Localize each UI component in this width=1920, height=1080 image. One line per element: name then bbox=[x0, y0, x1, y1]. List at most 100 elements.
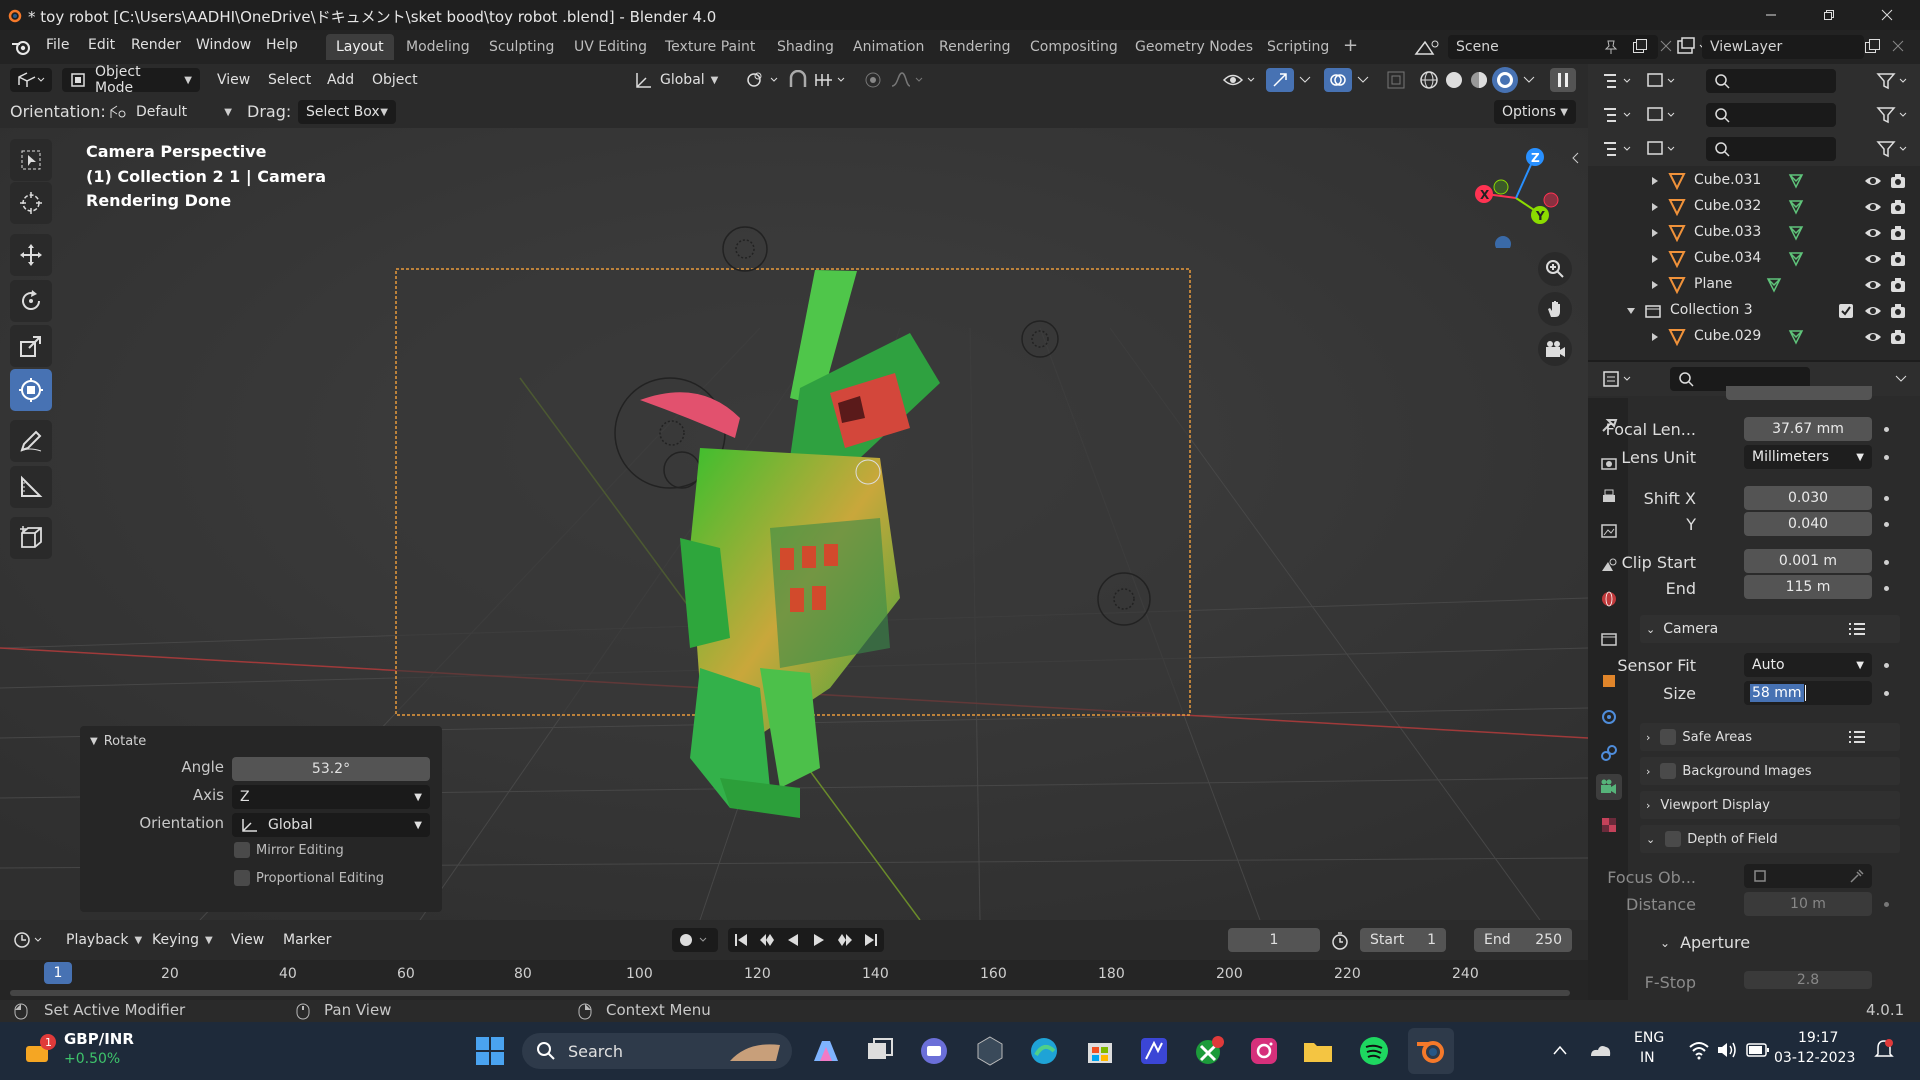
chevron-down-icon[interactable] bbox=[1522, 72, 1536, 86]
tab-output[interactable] bbox=[1596, 484, 1622, 510]
minimize-button[interactable] bbox=[1742, 0, 1800, 30]
close-button[interactable] bbox=[1858, 0, 1916, 30]
play-icon[interactable] bbox=[811, 932, 827, 948]
eye-icon[interactable] bbox=[1864, 277, 1882, 293]
start-frame-field[interactable]: Start 1 bbox=[1360, 928, 1446, 952]
solid-shading-icon[interactable] bbox=[1443, 69, 1465, 91]
tab-physics[interactable] bbox=[1596, 704, 1622, 730]
teams-chat-icon[interactable] bbox=[918, 1035, 950, 1067]
menu-edit[interactable]: Edit bbox=[88, 37, 115, 53]
menu-window[interactable]: Window bbox=[196, 37, 251, 53]
options-dropdown[interactable]: Options ▼ bbox=[1494, 100, 1576, 124]
chevron-down-icon[interactable] bbox=[1626, 306, 1636, 316]
redo-panel-header[interactable]: ▼ Rotate bbox=[90, 734, 146, 749]
scene-icon[interactable] bbox=[1413, 36, 1443, 58]
scale-tool[interactable] bbox=[10, 325, 52, 367]
toggle-sidebar-button[interactable] bbox=[1550, 68, 1576, 92]
select-box-tool[interactable] bbox=[10, 139, 52, 181]
f-stop-field[interactable]: 2.8 bbox=[1744, 971, 1872, 989]
eye-icon[interactable] bbox=[1864, 225, 1882, 241]
current-frame-field[interactable]: 1 bbox=[1228, 928, 1320, 952]
camera-panel-header[interactable]: ⌄ Camera bbox=[1640, 615, 1900, 643]
render-camera-icon[interactable] bbox=[1890, 302, 1906, 320]
filter-icon[interactable] bbox=[1876, 140, 1910, 158]
outliner-item[interactable]: Cube.031 bbox=[1588, 168, 1920, 194]
render-camera-icon[interactable] bbox=[1890, 224, 1906, 242]
outliner-editor-icon[interactable] bbox=[1602, 72, 1636, 90]
tab-constraints[interactable] bbox=[1596, 740, 1622, 766]
new-scene-icon[interactable] bbox=[1632, 38, 1648, 54]
rendered-shading-button[interactable] bbox=[1492, 67, 1518, 93]
windows-start-icon[interactable] bbox=[474, 1035, 506, 1067]
orientation-dropdown[interactable]: Default ▼ bbox=[108, 100, 232, 124]
tab-texture-paint[interactable]: Texture Paint bbox=[655, 34, 765, 60]
transform-orientation-dropdown[interactable]: Global ▼ bbox=[634, 68, 734, 92]
tab-scripting[interactable]: Scripting bbox=[1257, 34, 1339, 60]
material-shading-icon[interactable] bbox=[1468, 69, 1490, 91]
distance-field[interactable]: 10 m bbox=[1744, 892, 1872, 916]
proportional-editing-icon[interactable] bbox=[862, 70, 884, 90]
region-code[interactable]: IN bbox=[1640, 1050, 1655, 1066]
stopwatch-icon[interactable] bbox=[1330, 931, 1350, 951]
mode-dropdown[interactable]: Object Mode ▼ bbox=[62, 64, 200, 96]
end-frame-field[interactable]: End 250 bbox=[1474, 928, 1572, 952]
menu-help[interactable]: Help bbox=[266, 37, 298, 53]
tab-scene[interactable] bbox=[1596, 552, 1622, 578]
sensor-size-field[interactable]: 58 mm bbox=[1744, 681, 1872, 705]
jump-end-icon[interactable] bbox=[863, 932, 879, 948]
timeline-ruler[interactable]: 1 20 40 60 80 100 120 140 160 180 200 22… bbox=[0, 960, 1588, 1000]
wireframe-shading-icon[interactable] bbox=[1418, 69, 1440, 91]
tab-uv-editing[interactable]: UV Editing bbox=[564, 34, 657, 60]
measure-tool[interactable] bbox=[10, 466, 52, 508]
chevron-left-icon[interactable] bbox=[1570, 152, 1582, 164]
keyframe-dot-icon[interactable] bbox=[1884, 902, 1889, 907]
chevron-right-icon[interactable] bbox=[1650, 280, 1660, 290]
navigation-gizmo[interactable]: X Y Z bbox=[1460, 138, 1570, 248]
edge-browser-icon[interactable] bbox=[1028, 1035, 1060, 1067]
filter-icon[interactable] bbox=[1876, 72, 1910, 90]
keying-menu[interactable]: Keying ▼ bbox=[152, 928, 213, 952]
chevron-right-icon[interactable] bbox=[1650, 202, 1660, 212]
chevron-right-icon[interactable] bbox=[1650, 332, 1660, 342]
chevron-right-icon[interactable] bbox=[1650, 254, 1660, 264]
pivot-point-icon[interactable] bbox=[745, 71, 781, 89]
lens-unit-dropdown[interactable]: Millimeters ▼ bbox=[1744, 445, 1872, 469]
overlays-toggle-button[interactable] bbox=[1324, 68, 1352, 92]
drag-dropdown[interactable]: Select Box ▼ bbox=[298, 100, 396, 124]
app-blue-icon[interactable] bbox=[1138, 1035, 1170, 1067]
chevron-right-icon[interactable] bbox=[1650, 176, 1660, 186]
viewport-display-panel-header[interactable]: › Viewport Display bbox=[1640, 791, 1900, 819]
clip-end-field[interactable]: 115 m bbox=[1744, 575, 1872, 599]
chevron-down-icon[interactable] bbox=[1298, 72, 1312, 86]
outliner-item[interactable]: Plane bbox=[1588, 272, 1920, 298]
timeline-view-menu[interactable]: View bbox=[231, 928, 264, 952]
render-camera-icon[interactable] bbox=[1890, 328, 1906, 346]
display-mode-icon[interactable] bbox=[1646, 106, 1680, 124]
keyframe-dot-icon[interactable] bbox=[1884, 496, 1889, 501]
tab-compositing[interactable]: Compositing bbox=[1020, 34, 1128, 60]
timeline-editor-type[interactable] bbox=[10, 928, 50, 952]
timeline-scrollbar[interactable] bbox=[10, 990, 1570, 996]
eye-icon[interactable] bbox=[1864, 303, 1882, 319]
gizmo-toggle-button[interactable] bbox=[1266, 68, 1294, 92]
chevron-up-icon[interactable] bbox=[1552, 1044, 1568, 1056]
battery-icon[interactable] bbox=[1746, 1042, 1770, 1058]
tab-collection[interactable] bbox=[1596, 626, 1622, 652]
language-code[interactable]: ENG bbox=[1634, 1030, 1664, 1046]
background-images-panel-header[interactable]: › Background Images bbox=[1640, 757, 1900, 785]
falloff-icon[interactable] bbox=[890, 70, 926, 90]
move-tool[interactable] bbox=[10, 234, 52, 276]
menu-select[interactable]: Select bbox=[268, 68, 311, 92]
copilot-icon[interactable] bbox=[810, 1035, 842, 1067]
new-view-layer-icon[interactable] bbox=[1864, 38, 1882, 56]
display-mode-icon[interactable] bbox=[1646, 72, 1680, 90]
tab-render[interactable] bbox=[1596, 450, 1622, 476]
camera-view-button[interactable] bbox=[1538, 332, 1572, 366]
outliner-item[interactable]: Cube.034 bbox=[1588, 246, 1920, 272]
playhead-frame[interactable]: 1 bbox=[44, 962, 72, 984]
file-explorer-icon[interactable] bbox=[1302, 1035, 1334, 1067]
outliner-editor-icon[interactable] bbox=[1602, 140, 1636, 158]
checkbox-checked-icon[interactable] bbox=[1838, 303, 1854, 319]
add-cube-tool[interactable] bbox=[10, 517, 52, 559]
eyedropper-icon[interactable] bbox=[1848, 868, 1864, 884]
